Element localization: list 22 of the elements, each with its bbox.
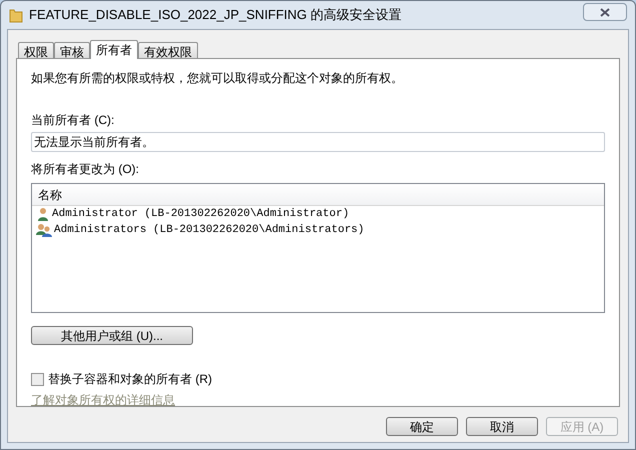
tab[interactable]: 权限 (18, 42, 54, 58)
users-icon (36, 223, 52, 237)
owner-field[interactable]: 无法显示当前所有者。 (31, 132, 605, 152)
close-button[interactable] (583, 3, 627, 21)
list-item[interactable]: Administrators (LB-201302262020\Administrators) (54, 222, 364, 238)
tab[interactable]: 审核 (54, 42, 90, 58)
window-title: FEATURE_DISABLE_ISO_2022_JP_SNIFFING 的高级安全设置 (29, 6, 402, 24)
checkbox-label[interactable]: 替换子容器和对象的所有者 (R) (48, 370, 212, 388)
folder-icon (9, 7, 23, 23)
instruction-text: 如果您有所需的权限或特权，您就可以取得或分配这个对象的所有权。 (31, 70, 404, 87)
close-icon (600, 8, 610, 16)
field-label: 将所有者更改为 (O): (31, 161, 140, 178)
owner-list[interactable]: 名称 Administrator (LB-201302262020\Administrator) Administrators (LB-201302262020\Administrators) (31, 183, 605, 313)
dialog-button[interactable]: 取消 (466, 417, 538, 436)
other-users-button[interactable]: 其他用户或组 (U)... (31, 326, 193, 345)
dialog-button[interactable]: 确定 (386, 417, 458, 436)
user-icon (36, 207, 50, 221)
tab[interactable]: 有效权限 (138, 42, 198, 58)
field-label: 当前所有者 (C): (31, 112, 116, 129)
tab[interactable]: 所有者 (90, 40, 138, 59)
checkbox[interactable] (31, 372, 44, 386)
list-item[interactable]: Administrator (LB-201302262020\Administrator) (52, 206, 350, 222)
